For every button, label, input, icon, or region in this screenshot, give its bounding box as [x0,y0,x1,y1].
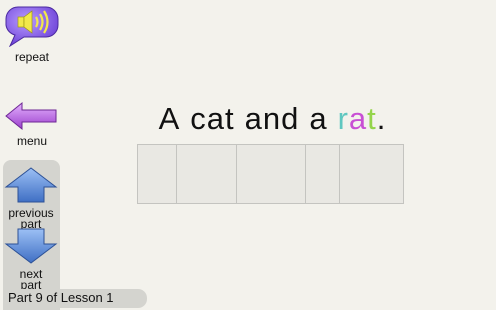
highlighted-letter-a: a [348,101,368,136]
sentence-period: . [376,101,387,136]
left-arrow-icon [5,101,57,131]
highlighted-word: rat [338,101,377,136]
answer-slot-2[interactable] [175,144,237,204]
answer-slot-4[interactable] [305,144,341,204]
down-arrow-icon [4,228,58,264]
word-1: A [158,101,181,136]
sentence: Acat and a rat. [100,99,440,139]
speaker-icon [5,6,59,48]
repeat-label: repeat [14,50,50,64]
answer-slot-5[interactable] [339,144,405,204]
menu-label: menu [16,134,48,148]
word-2: cat [190,101,235,136]
part-status-text: Part 9 of Lesson 1 [8,290,114,305]
highlighted-letter-t: t [367,101,377,136]
up-arrow-icon [4,167,58,203]
menu-button[interactable]: menu [4,101,60,147]
answer-boxes [137,144,405,204]
repeat-button[interactable]: repeat [4,5,60,63]
previous-part-button[interactable]: previous part [4,167,58,230]
word-4: a [309,101,328,136]
word-3: and [244,101,300,136]
answer-slot-3[interactable] [235,144,307,204]
answer-slot-1[interactable] [137,144,177,204]
highlighted-letter-r: r [337,101,349,136]
next-part-button[interactable]: next part [4,228,58,291]
